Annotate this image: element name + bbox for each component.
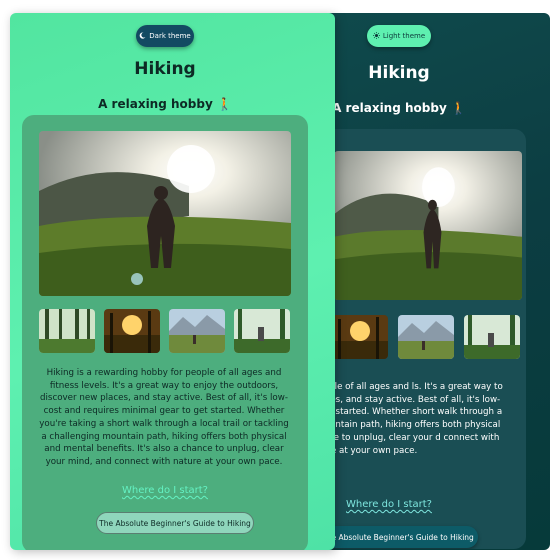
content-card: Hiking is a rewarding hobby for people o… <box>22 115 308 550</box>
where-to-start-link[interactable]: Where do I start? <box>329 499 449 510</box>
page-title: Hiking <box>134 59 196 79</box>
light-theme-button[interactable]: Light theme <box>367 25 431 47</box>
beginners-guide-button[interactable]: The Absolute Beginner's Guide to Hiking <box>318 526 478 548</box>
where-to-start-link[interactable]: Where do I start? <box>22 485 308 496</box>
thumbnail-forest[interactable] <box>39 309 95 353</box>
thumbnail-sunset-forest[interactable] <box>332 315 388 359</box>
light-theme-label: Light theme <box>382 32 426 40</box>
light-theme-preview: Dark theme Hiking A relaxing hobby 🚶 Hik… <box>10 13 335 550</box>
dark-theme-button[interactable]: Dark theme <box>136 25 194 47</box>
sun-icon <box>372 31 380 41</box>
thumbnail-forest-hiker[interactable] <box>464 315 520 359</box>
description-paragraph: Hiking is a rewarding hobby for people o… <box>39 368 289 467</box>
thumbnail-sunset-forest[interactable] <box>104 309 160 353</box>
thumbnail-mountain-hikers[interactable] <box>169 309 225 353</box>
dark-theme-label: Dark theme <box>149 32 191 40</box>
thumbnail-mountain-hikers[interactable] <box>398 315 454 359</box>
thumbnail-forest-hiker[interactable] <box>234 309 290 353</box>
page-subtitle: A relaxing hobby 🚶 <box>98 97 232 111</box>
hero-image <box>39 131 291 296</box>
beginners-guide-button[interactable]: The Absolute Beginner's Guide to Hiking <box>96 512 254 534</box>
hero-image <box>334 151 522 300</box>
dark-theme-preview: Light theme Hiking A relaxing hobby 🚶 of… <box>300 13 550 550</box>
moon-icon <box>139 31 146 41</box>
